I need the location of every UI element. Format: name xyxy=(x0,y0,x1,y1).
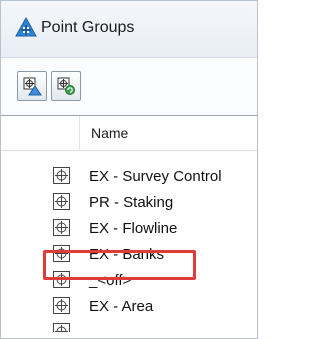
list-item-partial[interactable] xyxy=(1,320,257,332)
list-item[interactable]: EX - Survey Control xyxy=(1,164,257,189)
list-header: Name xyxy=(1,116,257,151)
name-column-header[interactable]: Name xyxy=(91,125,128,141)
point-groups-panel: Point Groups Name EX - Survey Control PR… xyxy=(0,0,258,339)
column-divider xyxy=(79,116,80,150)
list-item-label: PR - Staking xyxy=(89,194,174,211)
point-group-icon xyxy=(53,219,70,236)
point-group-properties-icon xyxy=(23,77,42,96)
point-groups-app-icon xyxy=(15,17,37,37)
list-item-label: EX - Flowline xyxy=(89,220,178,237)
update-point-groups-button[interactable] xyxy=(51,71,81,101)
list-item[interactable]: PR - Staking xyxy=(1,190,257,215)
list-item-label: EX - Survey Control xyxy=(89,168,222,185)
title-bar: Point Groups xyxy=(1,1,257,58)
update-point-groups-icon xyxy=(57,77,75,95)
point-group-icon xyxy=(53,167,70,184)
list-item[interactable]: EX - Area xyxy=(1,294,257,319)
list-item-label: EX - Area xyxy=(89,298,154,315)
point-group-icon xyxy=(53,193,70,210)
point-group-icon xyxy=(53,323,70,332)
highlight-annotation-box xyxy=(43,250,196,280)
list-item[interactable]: EX - Flowline xyxy=(1,216,257,241)
window-title: Point Groups xyxy=(41,19,135,36)
point-group-icon xyxy=(53,297,70,314)
point-group-properties-button[interactable] xyxy=(17,71,47,101)
point-group-list: Name EX - Survey Control PR - Staking EX… xyxy=(1,115,257,338)
toolbar xyxy=(1,58,257,115)
